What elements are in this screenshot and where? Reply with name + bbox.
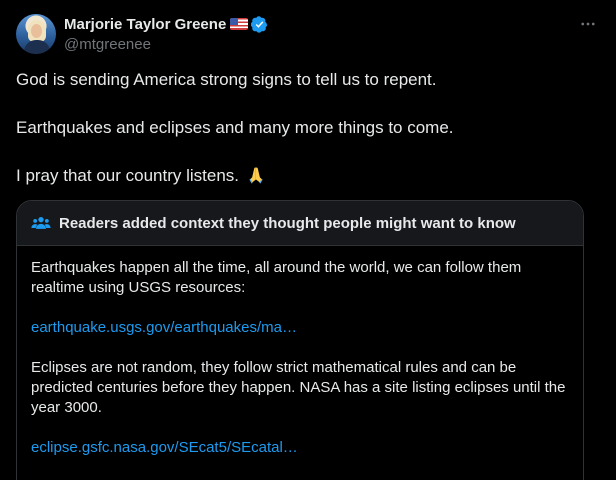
avatar-body — [24, 40, 50, 54]
name-row: Marjorie Taylor Greene — [64, 14, 268, 34]
people-group-icon — [31, 217, 51, 229]
author-display-name[interactable]: Marjorie Taylor Greene — [64, 16, 226, 33]
tweet-text: God is sending America strong signs to t… — [16, 68, 600, 212]
tweet-header: Marjorie Taylor Greene @mtgreenee — [16, 12, 600, 56]
avatar[interactable] — [16, 14, 56, 54]
more-options-icon[interactable] — [576, 14, 600, 34]
usgs-link[interactable]: earthquake.usgs.gov/earthquakes/ma… — [31, 319, 297, 336]
folded-hands-emoji-icon — [249, 167, 263, 184]
community-note-header[interactable]: Readers added context they thought peopl… — [17, 201, 583, 246]
nasa-eclipse-link[interactable]: eclipse.gsfc.nasa.gov/SEcat5/SEcatal… — [31, 439, 298, 456]
author-names: Marjorie Taylor Greene @mtgreenee — [64, 14, 268, 53]
author-handle[interactable]: @mtgreenee — [64, 36, 268, 53]
tweet-line-2: Earthquakes and eclipses and many more t… — [16, 118, 454, 137]
note-link-1-row: earthquake.usgs.gov/earthquakes/ma… — [31, 318, 567, 338]
community-note: Readers added context they thought peopl… — [16, 200, 584, 480]
verified-badge-icon[interactable] — [251, 15, 268, 33]
us-flag-icon — [230, 18, 249, 30]
tweet-line-3-text: I pray that our country listens. — [16, 166, 239, 185]
note-link-2-row: eclipse.gsfc.nasa.gov/SEcat5/SEcatal… — [31, 438, 567, 458]
community-note-body: Earthquakes happen all the time, all aro… — [17, 246, 583, 458]
note-paragraph-2: Eclipses are not random, they follow str… — [31, 359, 566, 416]
note-paragraph-1: Earthquakes happen all the time, all aro… — [31, 259, 522, 296]
tweet-card: Marjorie Taylor Greene @mtgreenee God is… — [0, 0, 616, 480]
community-note-title: Readers added context they thought peopl… — [59, 214, 516, 232]
tweet-line-3: I pray that our country listens. — [16, 164, 600, 188]
avatar-face — [31, 24, 42, 38]
tweet-line-1: God is sending America strong signs to t… — [16, 70, 437, 89]
